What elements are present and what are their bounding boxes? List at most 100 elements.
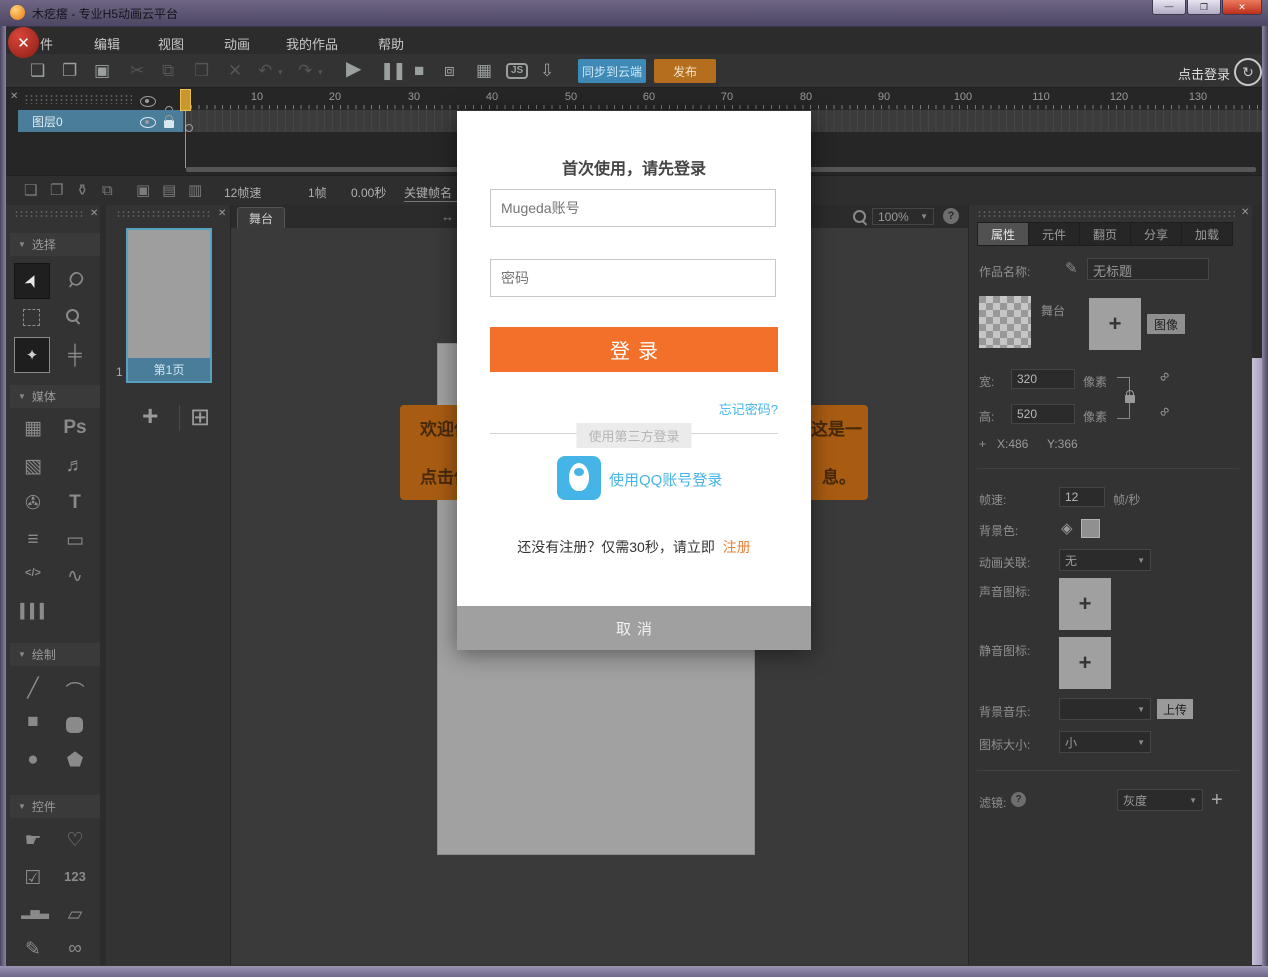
width-link-icon[interactable]: ∞ bbox=[1155, 367, 1173, 385]
bgcolor-swatch[interactable] bbox=[1081, 519, 1100, 538]
section-select[interactable]: ▼ 选择 bbox=[10, 233, 102, 256]
code-tool[interactable]: </> bbox=[18, 567, 48, 579]
forgot-password-link[interactable]: 忘记密码? bbox=[719, 399, 778, 418]
guides-tool[interactable]: ╪ bbox=[60, 345, 90, 367]
properties-close-icon[interactable]: ✕ bbox=[1241, 208, 1249, 218]
register-link[interactable]: 注册 bbox=[723, 539, 751, 555]
menu-view[interactable]: 视图 bbox=[158, 34, 184, 53]
sign-widget[interactable]: ✎ bbox=[18, 938, 48, 961]
text-tool[interactable]: T bbox=[60, 492, 90, 514]
menu-my-works[interactable]: 我的作品 bbox=[286, 34, 338, 53]
qq-icon[interactable] bbox=[557, 456, 601, 500]
library-tool[interactable]: ▦ bbox=[18, 417, 48, 440]
tab-components[interactable]: 元件 bbox=[1029, 222, 1080, 246]
frame-ruler[interactable]: 10 20 30 40 50 60 70 80 90 100 110 120 1… bbox=[183, 88, 1262, 110]
publish-button[interactable]: 发布 bbox=[654, 59, 716, 83]
section-widgets[interactable]: ▼ 控件 bbox=[10, 795, 102, 818]
zoom-level-dropdown[interactable]: 100% ▼ bbox=[872, 208, 934, 225]
section-media[interactable]: ▼ 媒体 bbox=[10, 385, 102, 408]
barcode-tool[interactable]: ▍▍▍ bbox=[18, 603, 52, 620]
cut-icon[interactable]: ✂ bbox=[130, 62, 144, 79]
polygon-tool[interactable]: ⬟ bbox=[60, 749, 90, 772]
stage-help-button[interactable]: ? bbox=[943, 208, 959, 224]
close-badge-button[interactable]: ✕ bbox=[8, 27, 39, 58]
insert-frame-icon[interactable]: ▣ bbox=[136, 182, 150, 199]
paragraph-tool[interactable]: ≡ bbox=[18, 529, 48, 551]
lasso-tool[interactable]: Ϙ bbox=[60, 269, 90, 291]
clear-keyframe-icon[interactable]: ▥ bbox=[188, 182, 202, 199]
fit-width-icon[interactable]: ↔ bbox=[441, 209, 454, 224]
insert-page-button[interactable]: ⊞ bbox=[190, 403, 210, 432]
transform-tool[interactable] bbox=[23, 309, 40, 326]
layer-row[interactable]: 图层0 bbox=[18, 110, 183, 132]
copy-icon[interactable]: ⧉ bbox=[162, 62, 174, 79]
video-tool[interactable]: ✇ bbox=[18, 492, 48, 515]
stage-tab[interactable]: 舞台 bbox=[237, 207, 285, 229]
upload-button[interactable]: 上传 bbox=[1157, 699, 1193, 719]
export-icon[interactable]: ⇩ bbox=[540, 62, 554, 79]
qrcode-icon[interactable]: ▦ bbox=[476, 62, 492, 79]
js-export-icon[interactable]: JS bbox=[506, 63, 528, 79]
pause-icon[interactable]: ❚❚ bbox=[380, 62, 405, 79]
duplicate-layer-icon[interactable]: ⧉ bbox=[102, 182, 113, 199]
new-layer-icon[interactable]: ❏ bbox=[24, 182, 37, 199]
audio-tool[interactable]: ♬ bbox=[60, 455, 90, 477]
properties-scrollbar[interactable] bbox=[1252, 205, 1262, 965]
preview-icon[interactable]: ⧈ bbox=[444, 62, 455, 79]
undo-icon[interactable]: ↶ bbox=[258, 62, 272, 79]
pages-drag-handle[interactable] bbox=[116, 210, 211, 219]
stage-bg-thumbnail[interactable] bbox=[979, 296, 1031, 348]
insert-keyframe-icon[interactable]: ▤ bbox=[162, 182, 176, 199]
image-tool[interactable]: ▧ bbox=[18, 455, 48, 478]
stage-zoom-icon[interactable] bbox=[853, 210, 866, 223]
height-link-icon[interactable]: ∞ bbox=[1155, 402, 1173, 420]
counter-widget[interactable]: 123 bbox=[60, 869, 90, 884]
stop-icon[interactable]: ■ bbox=[414, 62, 424, 79]
board-tool[interactable]: ▭ bbox=[60, 529, 90, 552]
bgmusic-dropdown[interactable]: ▼ bbox=[1059, 698, 1151, 720]
layer-visibility-icon[interactable] bbox=[140, 117, 156, 128]
touch-widget[interactable]: ☛ bbox=[18, 829, 48, 852]
rank-widget[interactable]: ▂▅▃ bbox=[18, 905, 52, 919]
anim-link-dropdown[interactable]: 无 ▼ bbox=[1059, 549, 1151, 571]
timeline-drag-handle[interactable] bbox=[24, 94, 132, 104]
height-field[interactable]: 520 bbox=[1011, 404, 1075, 424]
width-field[interactable]: 320 bbox=[1011, 369, 1075, 389]
save-icon[interactable]: ▣ bbox=[94, 62, 110, 79]
undo-caret-icon[interactable]: ▾ bbox=[278, 64, 283, 81]
scrollbar-thumb[interactable] bbox=[1252, 358, 1262, 965]
filter-dropdown[interactable]: 灰度 ▼ bbox=[1117, 789, 1203, 811]
circle-tool[interactable]: ● bbox=[18, 749, 48, 771]
redo-caret-icon[interactable]: ▾ bbox=[318, 64, 323, 81]
menu-file[interactable]: 件 bbox=[40, 34, 53, 53]
vote-widget[interactable]: ☑ bbox=[18, 867, 48, 890]
login-button[interactable]: 登录 bbox=[490, 327, 778, 372]
add-mute-icon-button[interactable]: + bbox=[1059, 637, 1111, 689]
new-folder-icon[interactable]: ❐ bbox=[50, 182, 63, 199]
login-status-button[interactable]: ↻ bbox=[1234, 58, 1262, 86]
pages-close-icon[interactable]: ✕ bbox=[218, 209, 226, 219]
mask-tool[interactable]: ✦ bbox=[14, 337, 50, 373]
click-login-label[interactable]: 点击登录 bbox=[1178, 64, 1230, 83]
layers-visibility-icon[interactable] bbox=[140, 96, 156, 107]
password-input[interactable] bbox=[490, 259, 776, 297]
edit-name-icon[interactable]: ✎ bbox=[1065, 259, 1078, 277]
connector-widget[interactable]: ∞ bbox=[60, 938, 90, 960]
ratio-lock-icon[interactable] bbox=[1125, 395, 1135, 403]
photoshop-tool[interactable]: Ps bbox=[60, 417, 90, 439]
delete-layer-icon[interactable]: ⚱ bbox=[76, 182, 89, 199]
properties-drag-handle[interactable] bbox=[977, 210, 1235, 219]
rounded-rect-tool[interactable] bbox=[66, 717, 83, 733]
redo-icon[interactable]: ↷ bbox=[298, 62, 312, 79]
minimize-button[interactable]: — bbox=[1152, 0, 1186, 15]
close-window-button[interactable]: ✕ bbox=[1222, 0, 1262, 15]
zoom-tool[interactable] bbox=[66, 309, 79, 322]
chart-tool[interactable]: ∿ bbox=[60, 565, 90, 588]
playhead[interactable] bbox=[180, 89, 191, 111]
page-thumbnail[interactable]: 第1页 bbox=[126, 228, 212, 383]
work-name-field[interactable]: 无标题 bbox=[1087, 258, 1209, 280]
section-draw[interactable]: ▼ 绘制 bbox=[10, 643, 102, 666]
new-file-icon[interactable]: ❏ bbox=[30, 62, 45, 79]
play-icon[interactable]: ▶ bbox=[346, 61, 361, 78]
keyframe-dot[interactable] bbox=[185, 124, 193, 132]
